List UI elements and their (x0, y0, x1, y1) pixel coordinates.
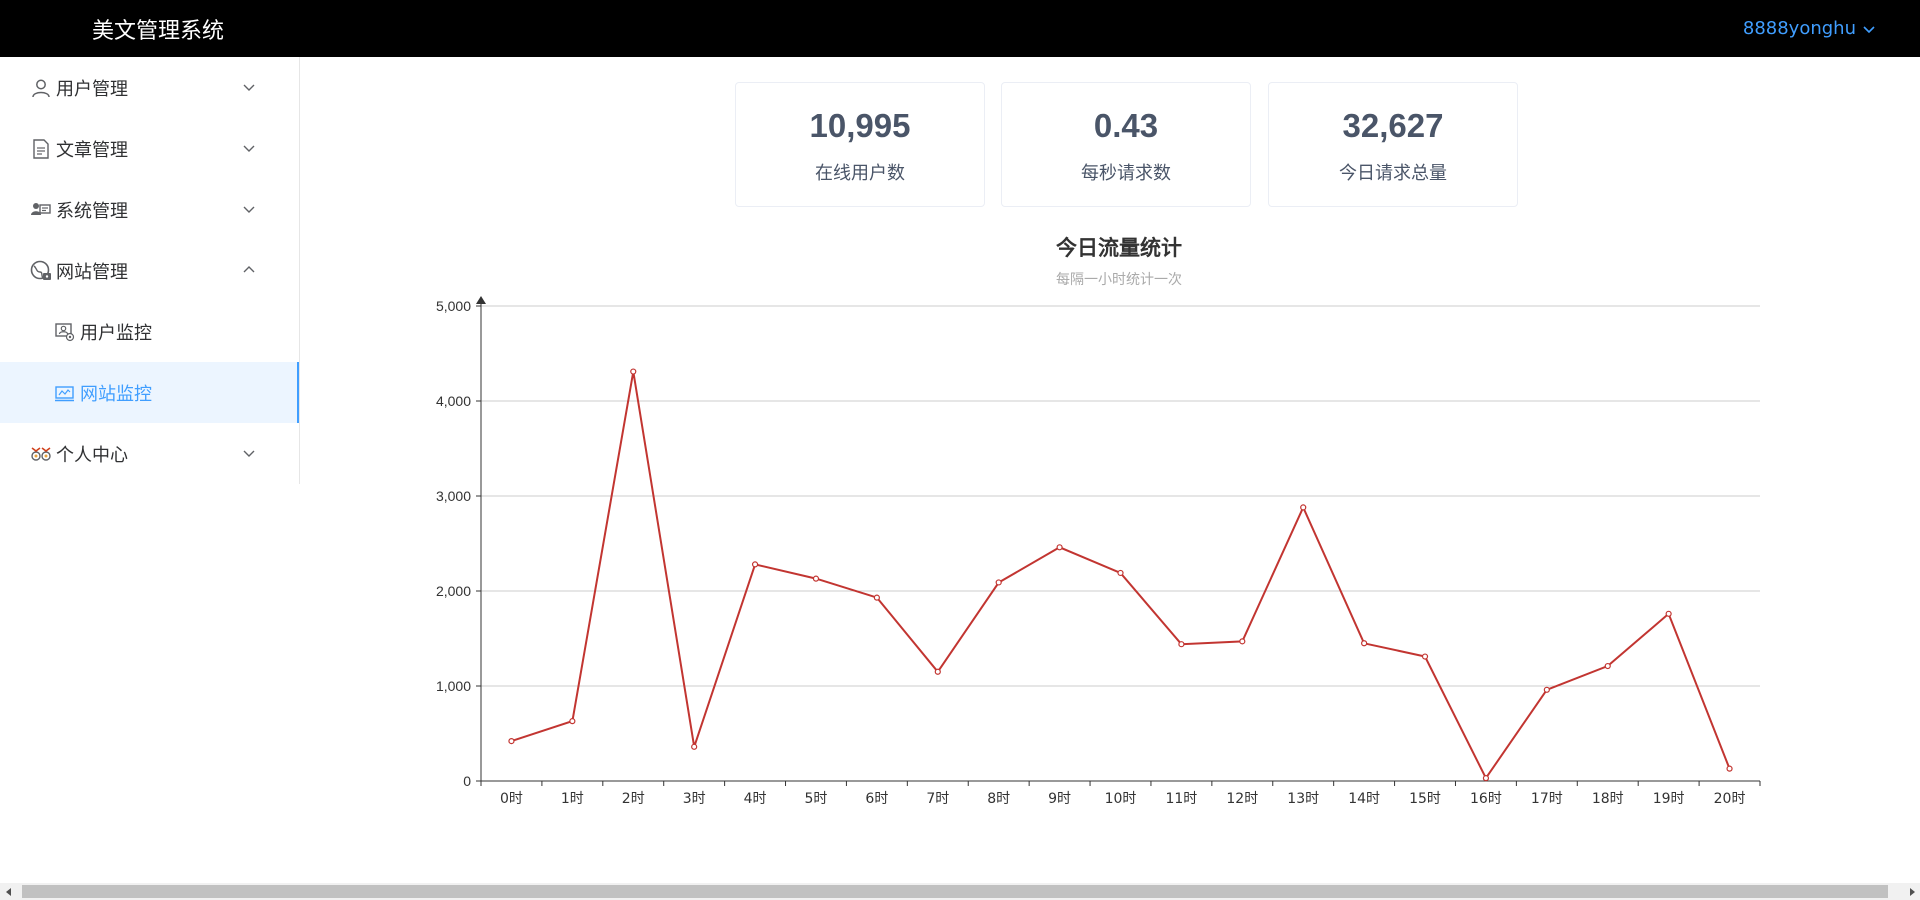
data-point[interactable] (1361, 640, 1368, 647)
chevron-up-icon (243, 266, 255, 273)
top-header: 美文管理系统 8888yonghu (0, 0, 1920, 57)
data-point[interactable] (1421, 653, 1429, 660)
chevron-down-icon (243, 206, 255, 213)
x-tick-label: 9时 (1048, 791, 1071, 807)
sidebar-item-system-management[interactable]: 系统管理 (0, 179, 299, 240)
data-point[interactable] (1178, 641, 1185, 648)
arrow-right-icon (1909, 887, 1915, 896)
x-tick-label: 6时 (865, 791, 888, 807)
sidebar-menu: 用户管理 文章管理 系统管理 网站管理 用户监控 网站监控 个人中心 (0, 57, 300, 484)
stat-label: 每秒请求数 (1081, 163, 1171, 184)
data-point[interactable] (1239, 638, 1246, 645)
chevron-down-icon (243, 145, 255, 152)
data-point[interactable] (934, 668, 941, 675)
y-tick-label: 3,000 (436, 488, 471, 504)
data-point[interactable] (995, 579, 1002, 586)
x-tick-label: 10时 (1105, 791, 1137, 807)
data-point[interactable] (1726, 765, 1733, 772)
x-tick-label: 16时 (1470, 791, 1502, 807)
series-line (511, 371, 1731, 781)
x-tick-label: 17时 (1531, 791, 1563, 807)
user-icon (30, 77, 52, 99)
data-point[interactable] (508, 737, 515, 745)
stat-label: 在线用户数 (815, 163, 905, 184)
stat-label: 今日请求总量 (1339, 163, 1447, 184)
sidebar-item-label: 网站监控 (80, 383, 152, 405)
user-dropdown[interactable]: 8888yonghu (1743, 18, 1876, 39)
data-point[interactable] (873, 594, 880, 601)
x-tick-label: 5时 (805, 791, 828, 807)
x-tick-label: 7时 (926, 791, 949, 807)
data-point[interactable] (812, 575, 820, 582)
data-point[interactable] (751, 561, 759, 568)
x-tick-label: 3时 (683, 791, 706, 807)
x-tick-label: 20时 (1714, 791, 1746, 807)
chevron-down-icon (243, 450, 255, 457)
personal-icon (30, 443, 52, 465)
document-icon (30, 138, 52, 160)
sidebar-item-label: 用户监控 (80, 322, 152, 344)
arrow-left-icon (5, 887, 11, 896)
website-icon (30, 260, 52, 282)
data-point[interactable] (1117, 569, 1124, 577)
stat-card-requests-per-second: 0.43 每秒请求数 (1001, 82, 1251, 207)
data-point[interactable] (1543, 686, 1550, 693)
data-point[interactable] (1300, 504, 1307, 511)
x-tick-label: 19时 (1653, 791, 1685, 807)
stat-value: 10,995 (809, 107, 911, 144)
chevron-down-icon (1863, 25, 1875, 33)
data-point[interactable] (1056, 544, 1063, 551)
user-monitor-icon (54, 321, 76, 343)
site-monitor-icon (54, 382, 76, 404)
x-tick-label: 11时 (1165, 791, 1197, 807)
horizontal-scrollbar[interactable] (0, 883, 1920, 900)
y-tick-label: 5,000 (436, 298, 471, 314)
chevron-down-icon (243, 84, 255, 91)
scroll-right-arrow[interactable] (1903, 883, 1920, 900)
y-tick-label: 1,000 (436, 678, 471, 694)
sidebar-item-user-management[interactable]: 用户管理 (0, 57, 299, 118)
x-tick-label: 12时 (1226, 791, 1258, 807)
x-tick-label: 4时 (744, 791, 767, 807)
stat-value: 0.43 (1093, 107, 1159, 144)
x-tick-label: 2时 (622, 791, 645, 807)
x-tick-label: 13时 (1287, 791, 1319, 807)
chart-title: 今日流量统计 (1056, 236, 1182, 260)
sidebar-item-label: 文章管理 (56, 139, 128, 161)
sidebar-item-label: 个人中心 (56, 444, 128, 466)
stat-card-online-users: 10,995 在线用户数 (735, 82, 985, 207)
scroll-left-arrow[interactable] (0, 883, 17, 900)
x-tick-label: 15时 (1409, 791, 1441, 807)
x-tick-label: 8时 (987, 791, 1010, 807)
stat-card-total-requests: 32,627 今日请求总量 (1268, 82, 1518, 207)
sidebar-item-website-management[interactable]: 网站管理 (0, 240, 299, 301)
system-icon (30, 199, 52, 221)
username: 8888yonghu (1742, 18, 1856, 39)
sidebar-item-site-monitor[interactable]: 网站监控 (0, 362, 299, 423)
sidebar-item-personal-center[interactable]: 个人中心 (0, 423, 299, 484)
data-point[interactable] (1482, 775, 1490, 782)
x-tick-label: 18时 (1592, 791, 1624, 807)
data-point[interactable] (569, 718, 576, 725)
sidebar-item-article-management[interactable]: 文章管理 (0, 118, 299, 179)
data-point[interactable] (691, 743, 698, 750)
data-point[interactable] (630, 368, 637, 375)
sidebar-item-label: 用户管理 (56, 78, 128, 100)
stat-value: 32,627 (1342, 107, 1444, 144)
y-tick-label: 0 (463, 773, 471, 789)
x-tick-label: 14时 (1348, 791, 1380, 807)
y-axis-arrow (476, 296, 486, 304)
data-point[interactable] (1604, 662, 1611, 670)
x-tick-label: 0时 (500, 791, 523, 807)
data-point[interactable] (1665, 610, 1672, 617)
sidebar-item-label: 网站管理 (56, 261, 128, 283)
chart-subtitle: 每隔一小时统计一次 (1056, 272, 1182, 288)
y-tick-label: 4,000 (436, 393, 471, 409)
scrollbar-thumb[interactable] (22, 885, 1888, 898)
sidebar-item-user-monitor[interactable]: 用户监控 (0, 301, 299, 362)
x-tick-label: 1时 (561, 791, 584, 807)
app-title: 美文管理系统 (92, 18, 225, 44)
y-tick-label: 2,000 (436, 583, 471, 599)
sidebar-item-label: 系统管理 (56, 200, 128, 222)
